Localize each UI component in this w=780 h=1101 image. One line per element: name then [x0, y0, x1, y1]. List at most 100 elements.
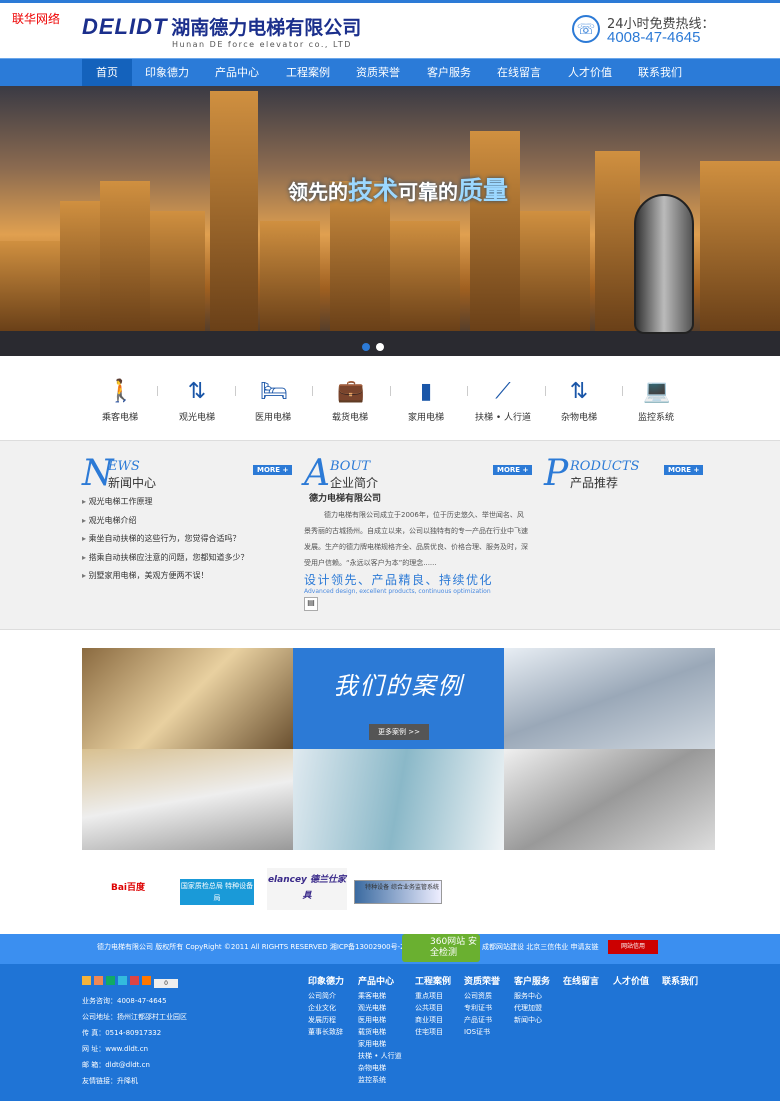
news-item[interactable]: 观光电梯工作原理: [82, 496, 249, 515]
hotline-number: 4008-47-4645: [607, 29, 701, 46]
home-elevator-icon: ▮: [419, 379, 433, 404]
nav-honors[interactable]: 资质荣誉: [353, 59, 403, 87]
products-more-button[interactable]: MORE +: [664, 465, 704, 475]
footer-link[interactable]: 观光电梯: [358, 1003, 402, 1015]
footer-col: 资质荣誉 公司资质 专利证书 产品证书 IOS证书: [464, 974, 500, 1039]
footer-link[interactable]: 公共项目: [415, 1003, 451, 1015]
footer-col-title[interactable]: 资质荣誉: [464, 974, 500, 987]
footer-link[interactable]: 公司简介: [308, 991, 344, 1003]
category-medical[interactable]: 🛏 医用电梯: [233, 378, 313, 423]
footer-col-title[interactable]: 在线留言: [563, 974, 599, 987]
copyright-links[interactable]: 成都网站建设 北京三信伟业 申请友链: [482, 934, 598, 960]
slide-dot[interactable]: [362, 343, 370, 351]
news-item[interactable]: 搭乘自动扶梯应注意的问题，您都知道多少？: [82, 552, 249, 571]
category-dumbwaiter[interactable]: ⇅ 杂物电梯: [539, 378, 619, 423]
nav-cases[interactable]: 工程案例: [283, 59, 333, 87]
partner-links: Bai百度 国家质检总局 特种设备局 elancey 德兰仕家具 特种设备 综合…: [82, 865, 462, 910]
case-image[interactable]: [504, 749, 715, 850]
category-home[interactable]: ▮ 家用电梯: [386, 378, 466, 423]
footer-link[interactable]: 服务中心: [514, 991, 550, 1003]
footer-col-title[interactable]: 联系我们: [662, 974, 698, 987]
category-row: 🚶 乘客电梯 ⇅ 观光电梯 🛏 医用电梯 💼 载货电梯 ▮ 家用电梯 ⟋ 扶梯 • 人行道 …: [0, 356, 780, 440]
case-image[interactable]: [504, 648, 715, 749]
nav-talent[interactable]: 人才价值: [565, 59, 615, 87]
share-icon[interactable]: [118, 976, 127, 985]
credit-badge[interactable]: 网站信用: [608, 940, 658, 954]
case-image[interactable]: [293, 749, 504, 850]
360-safety-badge[interactable]: 360网站 安全检测: [402, 934, 480, 962]
cases-more-button[interactable]: 更多案例 >>: [369, 724, 429, 740]
about-slogan-en: Advanced design, excellent products, con…: [304, 588, 491, 595]
news-item[interactable]: 别墅家用电梯，美观方便两不误！: [82, 570, 249, 589]
case-image[interactable]: [82, 648, 293, 749]
footer-link[interactable]: 载货电梯: [358, 1027, 402, 1039]
footer-link[interactable]: 监控系统: [358, 1075, 402, 1087]
footer-col-title[interactable]: 印象德力: [308, 974, 344, 987]
share-plus-icon[interactable]: [142, 976, 151, 985]
partner-supervision[interactable]: 特种设备 综合业务监管系统: [354, 880, 442, 904]
footer-link[interactable]: 代理加盟: [514, 1003, 550, 1015]
footer-col: 人才价值: [613, 974, 649, 991]
footer-col: 联系我们: [662, 974, 698, 991]
footer-link[interactable]: 乘客电梯: [358, 991, 402, 1003]
footer-link[interactable]: 医用电梯: [358, 1015, 402, 1027]
footer-link[interactable]: 专利证书: [464, 1003, 500, 1015]
slide-dot[interactable]: [376, 343, 384, 351]
bed-icon: 🛏: [260, 379, 288, 404]
footer: 0 业务咨询：4008-47-4645 公司地址：扬州江都邵村工业园区 传 真：…: [0, 964, 780, 1101]
category-passenger[interactable]: 🚶 乘客电梯: [80, 378, 160, 423]
footer-col-title[interactable]: 产品中心: [358, 974, 402, 987]
footer-col-title[interactable]: 客户服务: [514, 974, 550, 987]
case-image[interactable]: [82, 749, 293, 850]
nav-service[interactable]: 客户服务: [424, 59, 474, 87]
footer-link[interactable]: IOS证书: [464, 1027, 500, 1039]
footer-link[interactable]: 发展历程: [308, 1015, 344, 1027]
nav-home[interactable]: 首页: [82, 59, 132, 87]
logo-en: DELIDT: [82, 14, 168, 39]
share-icon[interactable]: [130, 976, 139, 985]
copyright-bar: 德力电梯有限公司 版权所有 CopyRight ©2011 All RIGHTS…: [0, 934, 780, 964]
footer-link[interactable]: 企业文化: [308, 1003, 344, 1015]
nav-contact[interactable]: 联系我们: [635, 59, 685, 87]
nav-products[interactable]: 产品中心: [212, 59, 262, 87]
footer-phone: 业务咨询：4008-47-4645: [82, 997, 167, 1005]
footer-col-title[interactable]: 人才价值: [613, 974, 649, 987]
footer-link[interactable]: 家用电梯: [358, 1039, 402, 1051]
footer-link[interactable]: 杂物电梯: [358, 1063, 402, 1075]
footer-link[interactable]: 公司资质: [464, 991, 500, 1003]
share-icon[interactable]: [94, 976, 103, 985]
footer-link[interactable]: 重点项目: [415, 991, 451, 1003]
news-list: 观光电梯工作原理 观光电梯介绍 乘坐自动扶梯的这些行为，您觉得合适吗？ 搭乘自动…: [82, 496, 249, 589]
watermark: 联华网络: [12, 12, 61, 26]
footer-friend-links[interactable]: 友情链接：升降机: [82, 1076, 138, 1086]
category-monitor[interactable]: 💻 监控系统: [616, 378, 696, 423]
footer-link[interactable]: 董事长致辞: [308, 1027, 344, 1039]
about-more-button[interactable]: MORE +: [493, 465, 533, 475]
news-more-button[interactable]: MORE +: [253, 465, 293, 475]
news-item[interactable]: 观光电梯介绍: [82, 515, 249, 534]
footer-col-title[interactable]: 工程案例: [415, 974, 451, 987]
share-icon[interactable]: [106, 976, 115, 985]
footer-link[interactable]: 住宅项目: [415, 1027, 451, 1039]
footer-link[interactable]: 商业项目: [415, 1015, 451, 1027]
nav-about[interactable]: 印象德力: [142, 59, 192, 87]
footer-link[interactable]: 扶梯 • 人行道: [358, 1051, 402, 1063]
footer-link[interactable]: 新闻中心: [514, 1015, 550, 1027]
partner-baidu[interactable]: Bai百度: [98, 871, 158, 905]
partner-elancey[interactable]: elancey 德兰仕家具: [267, 868, 347, 910]
footer-address: 公司地址：扬州江都邵村工业园区: [82, 1013, 187, 1021]
category-cargo[interactable]: 💼 载货电梯: [310, 378, 390, 423]
category-sightseeing[interactable]: ⇅ 观光电梯: [157, 378, 237, 423]
nav-message[interactable]: 在线留言: [494, 59, 544, 87]
copyright-text: 德力电梯有限公司 版权所有 CopyRight ©2011 All RIGHTS…: [97, 943, 405, 951]
news-item[interactable]: 乘坐自动扶梯的这些行为，您觉得合适吗？: [82, 533, 249, 552]
share-icon[interactable]: [82, 976, 91, 985]
partner-aqsiq[interactable]: 国家质检总局 特种设备局: [180, 879, 254, 905]
footer-col: 工程案例 重点项目 公共项目 商业项目 住宅项目: [415, 974, 451, 1039]
logo[interactable]: DELIDT 湖南德力电梯有限公司 Hunan DE force elevato…: [82, 13, 361, 49]
hero-banner[interactable]: 领先的技术可靠的质量: [0, 86, 780, 356]
category-escalator[interactable]: ⟋ 扶梯 • 人行道: [463, 378, 543, 423]
footer-link[interactable]: 产品证书: [464, 1015, 500, 1027]
document-icon[interactable]: ▤: [304, 597, 318, 611]
footer-website: 网 址：www.dldt.cn: [82, 1045, 149, 1053]
